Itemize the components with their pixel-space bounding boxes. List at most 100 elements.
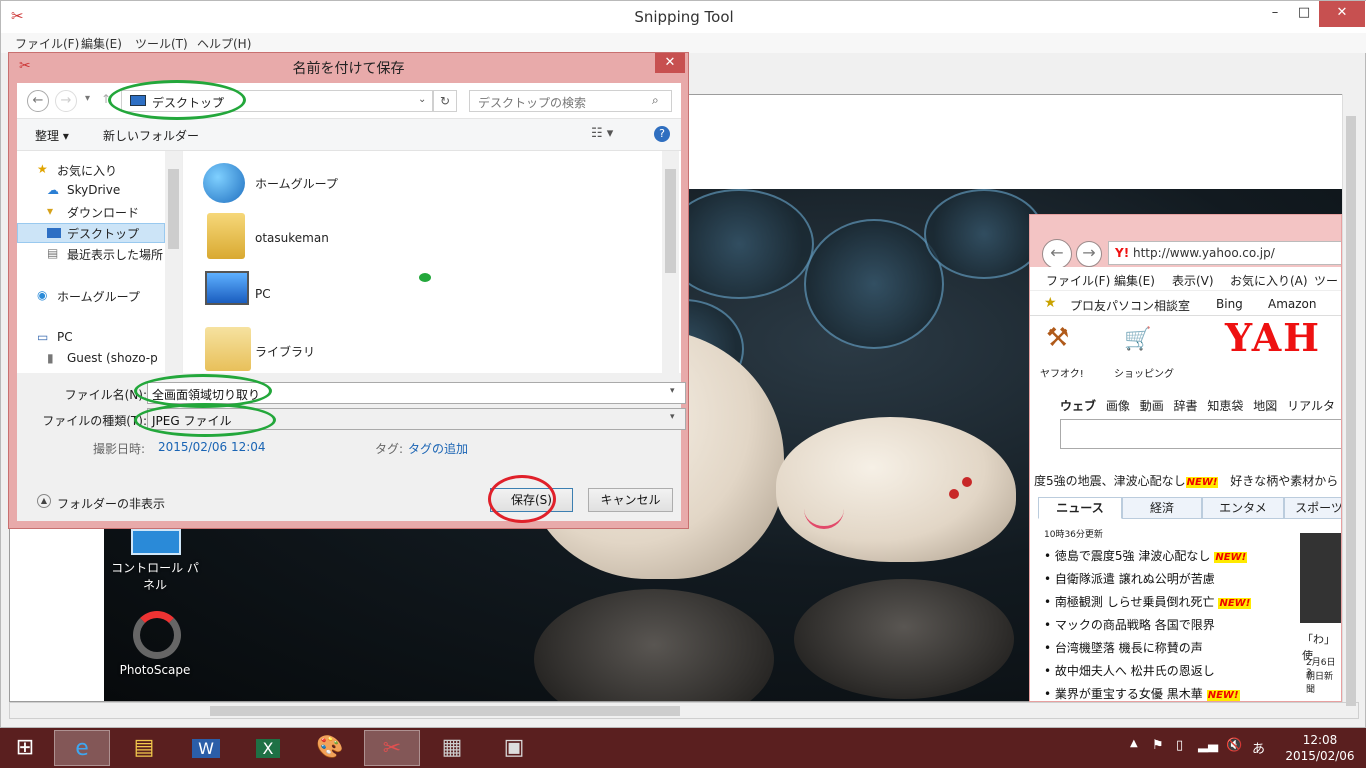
nav-item-pc[interactable]: PC [57, 330, 73, 344]
yahoo-search-tabs: ウェブ 画像 動画 辞書 知恵袋 地図 リアルタ [1060, 397, 1341, 414]
titlebar: ✂ Snipping Tool – □ ✕ [1, 1, 1366, 33]
windows-start-icon[interactable]: ⊞ [0, 730, 50, 766]
news-item: • 業界が重宝する女優 黒木華 NEW! [1044, 687, 1240, 701]
chevron-down-icon[interactable]: ▾ [670, 412, 675, 422]
menu-file[interactable]: ファイル(F) [15, 35, 79, 52]
internet-explorer-icon[interactable]: e [54, 730, 110, 766]
clock[interactable]: 12:08 2015/02/06 [1276, 732, 1364, 764]
user-folder-icon [207, 213, 245, 259]
news-tab: エンタメ [1202, 497, 1284, 519]
scroll-thumb[interactable] [1346, 116, 1356, 706]
homegroup-icon [203, 163, 245, 203]
word-icon[interactable]: W [178, 730, 234, 766]
yahoo-ticker: 度5強の地震、津波心配なしNEW! 好きな柄や素材から [1034, 472, 1341, 489]
paint-icon[interactable]: 🎨 [302, 730, 358, 766]
nav-item-downloads[interactable]: ダウンロード [67, 204, 139, 221]
network-icon[interactable]: ▂▄ [1198, 738, 1218, 753]
painted-dot [962, 477, 972, 487]
search-icon[interactable]: ⌕ [652, 93, 659, 108]
recent-locations-chevron-icon[interactable]: ▾ [85, 93, 90, 104]
nav-item-skydrive[interactable]: SkyDrive [67, 183, 120, 197]
snipping-tool-icon[interactable]: ✂ [364, 730, 420, 766]
ie-menu-item: 表示(V) [1172, 274, 1214, 288]
nav-item-homegroup[interactable]: ホームグループ [57, 288, 140, 305]
annotation-circle-path [108, 80, 246, 120]
minimize-button[interactable]: – [1259, 1, 1291, 27]
battery-icon[interactable]: ▯ [1176, 738, 1183, 753]
news-headline: 故中畑夫人へ 松井氏の恩返し [1054, 664, 1215, 678]
maximize-button[interactable]: □ [1288, 1, 1320, 27]
ie-address-text: http://www.yahoo.co.jp/ [1133, 246, 1275, 260]
back-arrow-icon[interactable]: ← [27, 90, 49, 112]
flag-icon[interactable]: ⚑ [1152, 738, 1164, 753]
file-item-pc[interactable]: PC [255, 287, 271, 301]
nav-item-desktop[interactable]: デスクトップ [67, 225, 139, 242]
view-options-icon[interactable]: ☷ ▾ [591, 126, 613, 141]
back-arrow-icon: ← [1042, 239, 1072, 269]
file-list: ホームグループ otasukeman PC ライブラリ [182, 151, 681, 373]
hydrangea-decoration [804, 219, 944, 349]
volume-muted-icon[interactable]: 🔇 [1226, 738, 1242, 753]
menu-help[interactable]: ヘルプ(H) [197, 35, 251, 52]
news-item: • 南極観測 しらせ乗員倒れ死亡 NEW! [1044, 595, 1252, 609]
nav-scrollbar[interactable] [165, 151, 182, 373]
tag-input[interactable]: タグの追加 [408, 440, 468, 457]
ie-menu-item: ファイル(F) [1046, 274, 1111, 288]
navigation-pane: ★ お気に入り ☁ SkyDrive ▾ ダウンロード デスクトップ ▤ 最近表… [17, 151, 182, 373]
news-headline: 業界が重宝する女優 黒木華 [1054, 687, 1203, 701]
ie-favorites-bar: ★ プロ友パソコン相談室 Bing Amazon [1030, 292, 1341, 316]
new-badge: NEW! [1206, 690, 1240, 701]
search-tab: ウェブ [1060, 399, 1097, 413]
hide-folders-button[interactable]: フォルダーの非表示 [57, 495, 165, 512]
ie-menu-item: お気に入り(A) [1230, 274, 1308, 288]
recent-places-icon: ▤ [47, 246, 59, 260]
scroll-thumb[interactable] [168, 169, 179, 249]
help-icon[interactable]: ? [654, 126, 670, 142]
cancel-button[interactable]: キャンセル [588, 488, 673, 512]
news-headline: マックの商品戦略 各国で限界 [1054, 618, 1215, 632]
skydrive-cloud-icon: ☁ [47, 183, 59, 197]
file-item-library[interactable]: ライブラリ [255, 343, 315, 360]
nav-item-favorites[interactable]: お気に入り [57, 162, 117, 179]
vertical-scrollbar[interactable] [1342, 94, 1359, 706]
path-dropdown-icon[interactable]: ⌄ [418, 94, 426, 105]
favorites-star-icon: ★ [37, 162, 48, 176]
file-item-otasukeman[interactable]: otasukeman [255, 231, 329, 245]
news-photo [1300, 533, 1341, 623]
news-tab: ニュース [1038, 497, 1122, 519]
tray-expand-icon[interactable]: ▲ [1130, 738, 1138, 749]
news-item: • 故中畑夫人へ 松井氏の恩返し [1044, 664, 1215, 678]
close-button[interactable]: ✕ [1319, 1, 1365, 27]
date-value[interactable]: 2015/02/06 12:04 [158, 440, 266, 454]
clock-time: 12:08 [1302, 733, 1338, 747]
new-folder-button[interactable]: 新しいフォルダー [103, 127, 199, 144]
forward-arrow-icon[interactable]: → [55, 90, 77, 112]
hydrangea-decoration [924, 189, 1044, 279]
dialog-toolbar: 整理 ▾ 新しいフォルダー ☷ ▾ ? [17, 119, 681, 151]
scroll-thumb[interactable] [665, 169, 676, 273]
chevron-down-icon[interactable]: ▾ [670, 386, 675, 396]
file-scrollbar[interactable] [662, 151, 679, 373]
menu-edit[interactable]: 編集(E) [81, 35, 122, 52]
photo-viewer-icon[interactable]: ▦ [424, 730, 480, 766]
new-badge: NEW! [1185, 477, 1219, 488]
dialog-close-button[interactable]: ✕ [655, 53, 685, 73]
nav-item-recent[interactable]: 最近表示した場所 [67, 246, 163, 263]
gallery-icon[interactable]: ▣ [486, 730, 542, 766]
horizontal-scrollbar[interactable] [9, 702, 1359, 719]
auction-gavel-icon: ⚒ [1046, 323, 1070, 353]
file-item-homegroup[interactable]: ホームグループ [255, 175, 338, 192]
scroll-thumb[interactable] [210, 706, 680, 716]
search-input[interactable]: デスクトップの検索 ⌕ [469, 90, 672, 112]
nav-item-guest[interactable]: Guest (shozo-p [67, 351, 158, 365]
refresh-icon[interactable]: ↻ [433, 90, 457, 112]
organize-button[interactable]: 整理 ▾ [35, 127, 69, 144]
excel-icon[interactable]: X [240, 730, 296, 766]
pc-monitor-icon [205, 271, 249, 305]
forward-arrow-icon: → [1076, 241, 1102, 267]
file-explorer-icon[interactable]: ▤ [116, 730, 172, 766]
ime-indicator[interactable]: あ [1252, 738, 1265, 757]
menu-tools[interactable]: ツール(T) [135, 35, 188, 52]
collapse-arrow-icon[interactable]: ▲ [37, 494, 51, 508]
taskbar: ⊞ e ▤ W X 🎨 ✂ ▦ ▣ ▲ ⚑ ▯ ▂▄ 🔇 あ 12:08 201… [0, 728, 1366, 768]
